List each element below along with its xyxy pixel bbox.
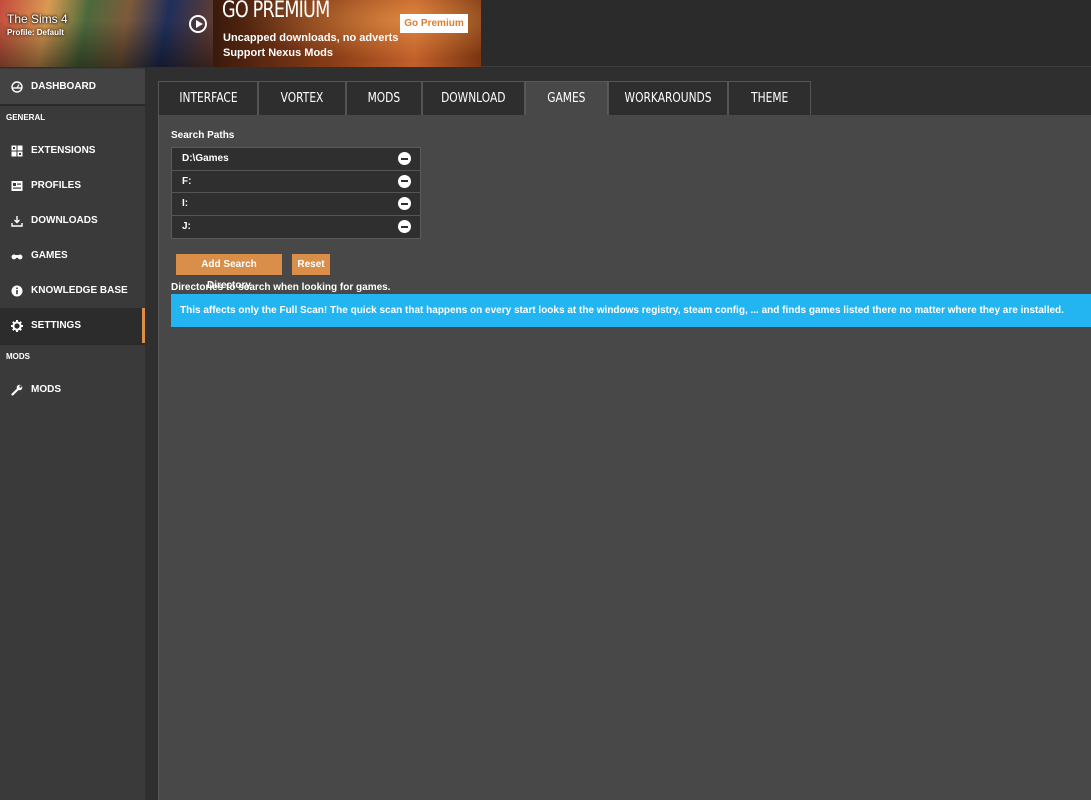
sidebar-item-label: EXTENSIONS xyxy=(31,145,96,156)
add-search-directory-button[interactable]: Add Search Directory xyxy=(176,254,282,291)
tab-vortex[interactable]: VORTEX xyxy=(258,81,346,115)
sidebar-divider xyxy=(0,343,145,345)
tab-label: GAMES xyxy=(547,91,586,106)
search-paths-help: Directories to search when looking for g… xyxy=(171,282,391,293)
gear-icon xyxy=(11,319,23,332)
info-alert-text: This affects only the Full Scan! The qui… xyxy=(180,305,1064,316)
full-scan-info-alert: This affects only the Full Scan! The qui… xyxy=(171,294,1091,327)
top-bar: The Sims 4 Profile: Default GO PREMIUM U… xyxy=(0,0,1091,67)
sidebar-divider xyxy=(0,104,145,106)
tab-label: VORTEX xyxy=(280,91,324,106)
game-thumbnail[interactable]: The Sims 4 Profile: Default xyxy=(0,0,213,67)
search-path-value: D:\Games xyxy=(182,153,229,165)
sidebar-item-games[interactable]: GAMES xyxy=(0,238,145,273)
search-path-row: I: xyxy=(172,193,420,216)
sidebar-item-downloads[interactable]: DOWNLOADS xyxy=(0,203,145,238)
gamepad-icon xyxy=(11,250,23,262)
sidebar-item-mods[interactable]: MODS xyxy=(0,372,145,407)
profiles-icon xyxy=(11,180,23,192)
search-path-row: J: xyxy=(172,215,420,238)
search-path-row: F: xyxy=(172,170,420,193)
tab-label: WORKAROUNDS xyxy=(624,91,712,106)
search-paths-label: Search Paths xyxy=(171,130,235,141)
tab-workarounds[interactable]: WORKAROUNDS xyxy=(608,81,728,115)
remove-icon[interactable] xyxy=(398,152,411,166)
premium-tagline-2: Support Nexus Mods xyxy=(223,47,334,59)
tab-games[interactable]: GAMES xyxy=(525,81,608,115)
sidebar-item-label: SETTINGS xyxy=(31,320,82,331)
info-icon xyxy=(11,285,23,297)
sidebar-item-label: MODS xyxy=(31,384,61,395)
search-path-value: J: xyxy=(182,221,191,233)
play-icon[interactable] xyxy=(189,15,207,33)
premium-tagline-1: Uncapped downloads, no adverts xyxy=(223,32,399,44)
sidebar-item-extensions[interactable]: EXTENSIONS xyxy=(0,133,145,168)
search-path-list: D:\Games F: I: J: xyxy=(171,147,421,239)
game-title: The Sims 4 xyxy=(7,12,68,26)
game-profile: Profile: Default xyxy=(7,28,64,37)
sidebar-section-general: GENERAL xyxy=(6,113,46,122)
go-premium-button[interactable]: Go Premium xyxy=(400,14,468,33)
premium-heading: GO PREMIUM xyxy=(222,0,330,23)
search-path-value: I: xyxy=(182,198,189,210)
tab-download[interactable]: DOWNLOAD xyxy=(422,81,525,115)
sidebar-item-label: GAMES xyxy=(31,250,68,261)
remove-icon[interactable] xyxy=(398,174,411,188)
tab-label: MODS xyxy=(367,91,401,106)
sidebar: DASHBOARD GENERAL EXTENSIONS PROFILES DO… xyxy=(0,68,145,800)
sidebar-section-mods: MODS xyxy=(6,352,30,361)
grid-icon xyxy=(11,145,23,157)
sidebar-item-label: KNOWLEDGE BASE xyxy=(31,285,128,296)
reset-button[interactable]: Reset xyxy=(292,254,330,275)
download-icon xyxy=(11,215,23,227)
search-path-value: F: xyxy=(182,175,192,187)
tab-mods[interactable]: MODS xyxy=(346,81,422,115)
dashboard-icon xyxy=(11,80,23,93)
sidebar-item-profiles[interactable]: PROFILES xyxy=(0,168,145,203)
tab-theme[interactable]: THEME xyxy=(728,81,811,115)
tab-label: THEME xyxy=(750,91,789,106)
tab-interface[interactable]: INTERFACE xyxy=(158,81,258,115)
sidebar-item-label: DASHBOARD xyxy=(31,81,96,92)
sidebar-item-dashboard[interactable]: DASHBOARD xyxy=(0,69,145,104)
tab-label: DOWNLOAD xyxy=(441,91,506,106)
premium-banner[interactable]: GO PREMIUM Uncapped downloads, no advert… xyxy=(213,0,481,67)
remove-icon[interactable] xyxy=(398,197,411,211)
sidebar-item-knowledge-base[interactable]: KNOWLEDGE BASE xyxy=(0,273,145,308)
sidebar-item-label: PROFILES xyxy=(31,180,82,191)
wrench-icon xyxy=(11,384,23,396)
tab-label: INTERFACE xyxy=(178,91,238,106)
settings-tabs: INTERFACE VORTEX MODS DOWNLOAD GAMES WOR… xyxy=(158,81,811,115)
search-path-row: D:\Games xyxy=(172,148,420,171)
sidebar-item-settings[interactable]: SETTINGS xyxy=(0,308,145,343)
remove-icon[interactable] xyxy=(398,220,411,234)
sidebar-item-label: DOWNLOADS xyxy=(31,215,98,226)
